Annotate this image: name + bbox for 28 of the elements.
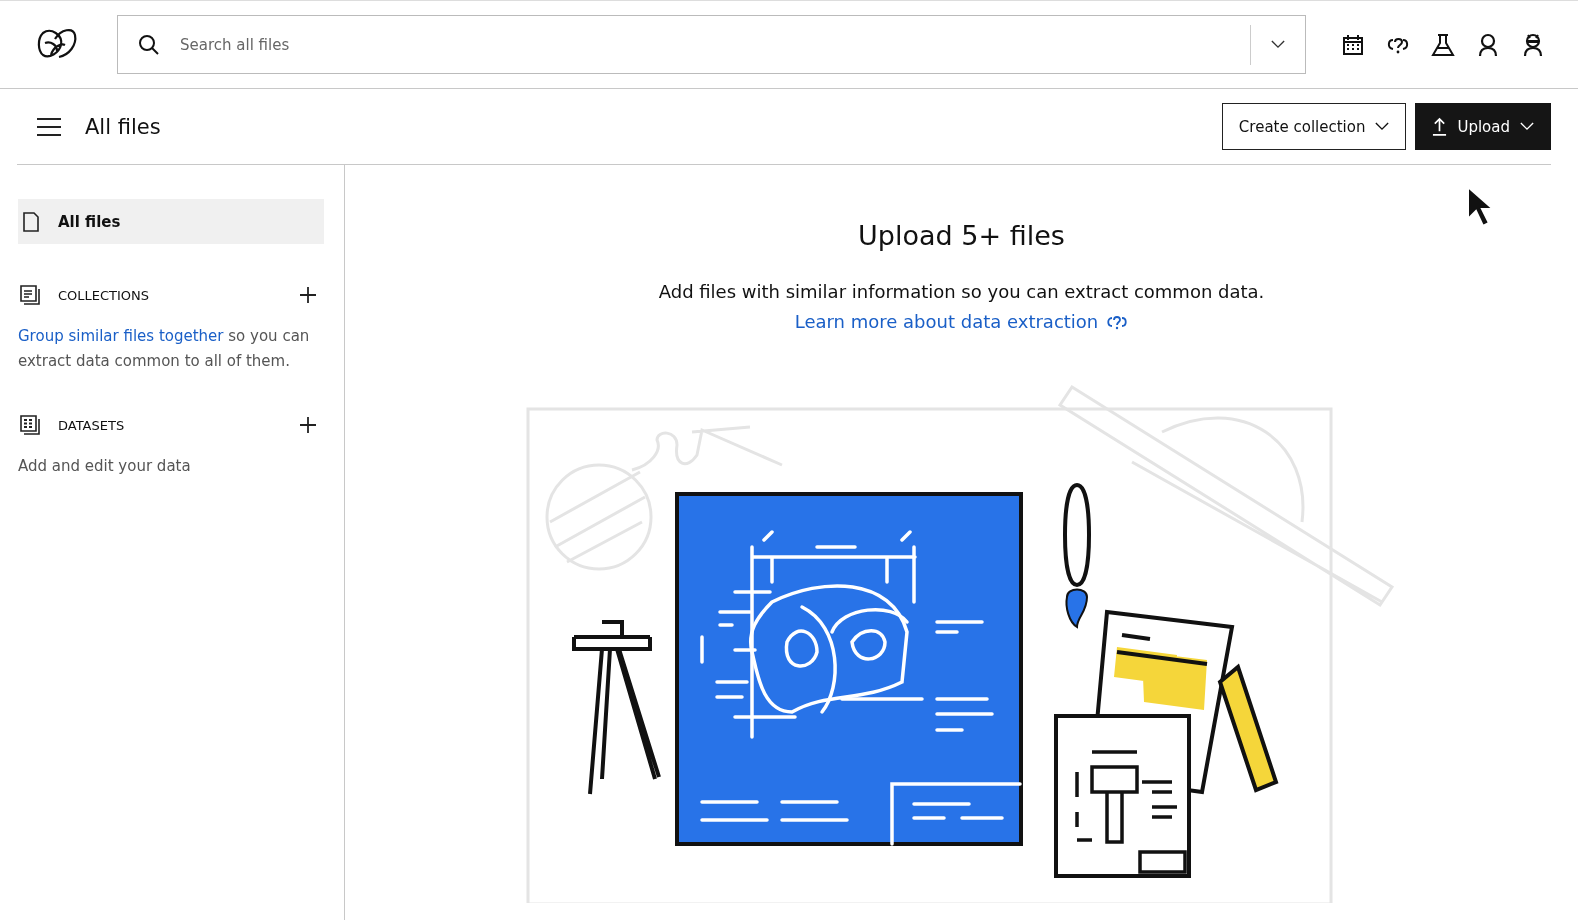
section-description: Group similar files together so you can extract data common to all of them. [18,326,311,372]
file-icon [22,211,40,232]
page-title: All files [85,114,162,139]
add-button[interactable] [298,415,318,435]
upload-icon [1432,117,1448,136]
chevron-down-icon [1271,40,1285,49]
search-input[interactable]: Search all files [178,34,1250,55]
plus-icon [298,415,318,435]
empty-state-message: Add files with similar information so you can extract common data. [658,281,1265,302]
dataset-table-icon [19,414,41,436]
search-field[interactable]: Search all files [117,15,1306,74]
group-files-link[interactable]: Group similar files together [18,327,224,345]
create-collection-button[interactable]: Create collection [1221,103,1407,150]
upload-button[interactable]: Upload [1415,103,1551,150]
search-icon [138,33,160,56]
section-title: COLLECTIONS [58,287,151,303]
collection-icon [19,284,41,306]
plus-icon [298,285,318,305]
section-description: Add and edit your data [18,456,192,477]
add-button[interactable] [298,285,318,305]
chevron-down-icon [1375,122,1390,131]
menu-icon[interactable] [36,116,62,137]
help-icon [1106,313,1129,330]
learn-more-link[interactable]: Learn more about data extraction [794,311,1129,332]
section-title: DATASETS [58,417,126,433]
sidebar-item[interactable]: All files [18,199,324,244]
chevron-down-icon [1520,122,1534,131]
empty-state-title: Upload 5+ files [858,220,1065,251]
